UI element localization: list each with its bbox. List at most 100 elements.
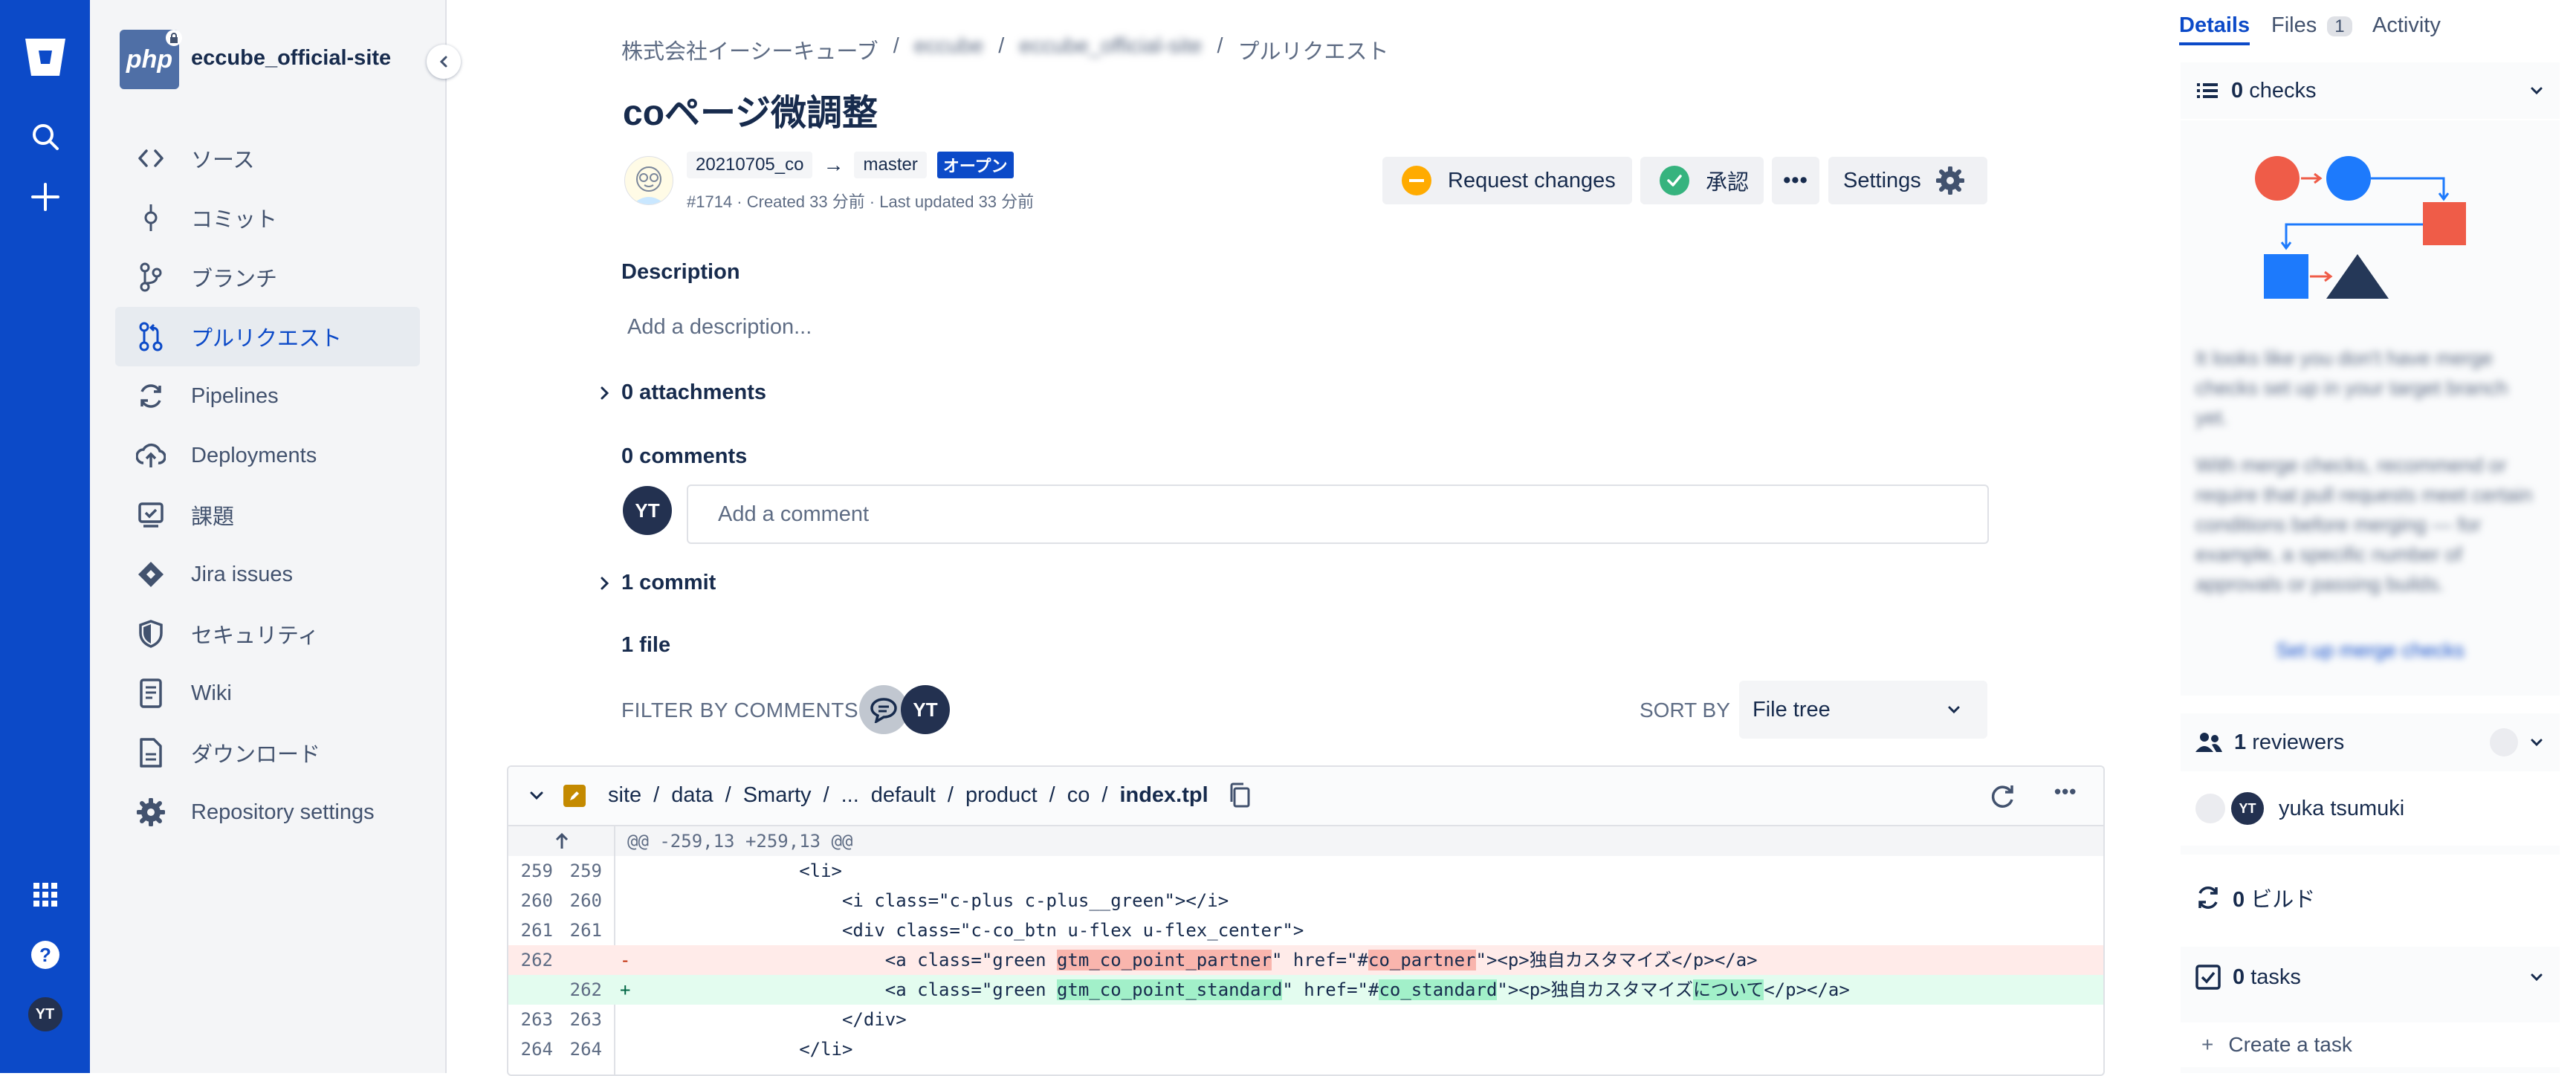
check-circle-icon [1660, 166, 1689, 195]
merge-checks-illustration [2253, 150, 2469, 325]
lock-icon [166, 30, 182, 46]
plus-icon[interactable] [0, 181, 90, 213]
filter-label: FILTER BY COMMENTS [621, 699, 859, 722]
tab-files[interactable]: Files 1 [2271, 13, 2352, 38]
more-actions-button[interactable]: ••• [1772, 157, 1819, 204]
merge-checks-text-1: It looks like you don't have merge check… [2195, 347, 2508, 429]
sidebar-item-deployments[interactable]: Deployments [115, 426, 420, 485]
commits-toggle[interactable]: 1 commit [595, 571, 716, 595]
help-icon[interactable]: ? [0, 939, 90, 970]
breadcrumb: 株式会社イーシーキューブ / eccube / eccube_official-… [621, 34, 1389, 65]
chevron-right-icon [601, 577, 609, 589]
diff-line: 259 259 <li> [520, 861, 842, 881]
source-branch[interactable]: 20210705_co [687, 152, 813, 178]
chevron-down-icon [2531, 87, 2543, 95]
user-avatar[interactable]: YT [0, 996, 90, 1033]
page-title: coページ微調整 [623, 94, 878, 133]
target-branch[interactable]: master [854, 152, 927, 178]
modified-file-icon [563, 785, 586, 807]
commit-icon [136, 203, 166, 233]
comment-avatar: YT [623, 486, 672, 535]
sidebar-item-pipelines[interactable]: Pipelines [115, 366, 420, 426]
chevron-down-icon [2531, 973, 2543, 982]
approve-button[interactable]: 承認 [1640, 157, 1764, 204]
file-name: index.tpl [1119, 783, 1208, 807]
file-more-icon[interactable]: ••• [2054, 780, 2077, 803]
diff-line: 260 260 <i class="c-plus c-plus__green">… [520, 890, 1229, 911]
sidebar-item-label: Deployments [191, 443, 317, 467]
breadcrumb-repo[interactable]: eccube_official-site [1019, 34, 1202, 65]
pull-request-icon [136, 322, 166, 351]
refresh-icon[interactable] [1987, 782, 2017, 814]
breadcrumb-workspace[interactable]: 株式会社イーシーキューブ [621, 34, 878, 65]
comment-input[interactable]: Add a comment [687, 484, 1989, 544]
sidebar-item-branches[interactable]: ブランチ [115, 247, 420, 307]
chevron-right-icon [601, 386, 609, 399]
files-count-badge: 1 [2327, 16, 2352, 36]
sidebar-item-label: ブランチ [191, 268, 278, 291]
sidebar-item-downloads[interactable]: ダウンロード [115, 723, 420, 782]
tasks-header[interactable]: 0 tasks [2181, 947, 2560, 1008]
file-path[interactable]: site / data / Smarty / ... default / product… [608, 783, 1208, 808]
builds-row[interactable]: 0 ビルド [2181, 868, 2560, 927]
issues-icon [136, 502, 166, 528]
people-icon [2195, 733, 2222, 752]
sidebar-item-commits[interactable]: コミット [115, 188, 420, 247]
sidebar-item-label: 課題 [191, 505, 235, 529]
create-task-button[interactable]: + Create a task [2181, 1022, 2560, 1067]
attachments-toggle[interactable]: 0 attachments [595, 380, 766, 405]
sort-select[interactable]: File tree [1739, 681, 1987, 739]
chevron-down-icon [2531, 739, 2543, 747]
reviewer-name: yuka tsumuki [2279, 796, 2405, 820]
sidebar-item-label: ソース [191, 149, 255, 172]
sidebar-item-source[interactable]: ソース [115, 129, 420, 188]
collapse-sidebar-button[interactable] [427, 45, 461, 79]
settings-button[interactable]: Settings [1828, 157, 1987, 204]
reviewer-status-placeholder [2490, 728, 2518, 756]
copy-path-icon[interactable] [1228, 782, 1252, 812]
chevron-left-icon [439, 56, 447, 68]
reviewer-approval-placeholder [2195, 794, 2225, 823]
diff-line: 264 264 </li> [520, 1039, 853, 1060]
reviewers-header[interactable]: 1 reviewers [2181, 713, 2560, 771]
checks-header[interactable]: 0 checks [2181, 62, 2560, 120]
set-up-merge-checks-link[interactable]: Set up merge checks [2181, 639, 2560, 662]
pr-meta: #1714 · Created 33 分前 · Last updated 33 … [687, 192, 1035, 211]
tab-details[interactable]: Details [2179, 13, 2250, 45]
reviewer-row[interactable]: YT yuka tsumuki [2181, 771, 2560, 846]
sidebar-item-label: プルリクエスト [191, 327, 343, 351]
request-changes-button[interactable]: Request changes [1382, 157, 1632, 204]
sidebar-item-repository-settings[interactable]: Repository settings [115, 782, 420, 842]
description-input[interactable]: Add a description... [627, 315, 812, 340]
builds-icon [2198, 887, 2218, 909]
jira-icon [136, 560, 166, 589]
bitbucket-logo-icon[interactable] [0, 36, 90, 79]
diff-line: 263 263 </div> [520, 1009, 907, 1030]
sidebar-item-issues[interactable]: 課題 [115, 485, 420, 545]
sidebar-item-wiki[interactable]: Wiki [115, 664, 420, 723]
chevron-down-icon [530, 791, 543, 800]
gear-icon [1935, 166, 1964, 195]
sidebar-item-security[interactable]: セキュリティ [115, 604, 420, 664]
filter-avatar[interactable]: YT [901, 685, 950, 734]
collapse-file-button[interactable] [528, 786, 546, 808]
sort-label: SORT BY [1640, 699, 1730, 722]
plus-icon: + [2201, 1033, 2214, 1056]
sidebar-item-label: Jira issues [191, 562, 293, 586]
breadcrumb-project[interactable]: eccube [914, 34, 984, 65]
tab-activity[interactable]: Activity [2372, 13, 2441, 38]
repo-name[interactable]: eccube_official-site [191, 46, 391, 77]
sidebar-item-jira-issues[interactable]: Jira issues [115, 545, 420, 604]
list-icon [2197, 83, 2218, 98]
arrow-right-icon: → [823, 153, 844, 176]
branch-icon [136, 262, 166, 292]
sidebar-item-label: ダウンロード [191, 743, 321, 767]
search-icon[interactable] [0, 122, 90, 152]
sidebar-item-pull-requests[interactable]: プルリクエスト [115, 307, 420, 366]
breadcrumb-pull-requests[interactable]: プルリクエスト [1238, 34, 1389, 65]
author-avatar[interactable] [624, 156, 673, 205]
status-badge: オープン [936, 152, 1014, 178]
apps-grid-icon[interactable] [0, 881, 90, 908]
merge-checks-text-2: With merge checks, recommend or require … [2195, 454, 2533, 595]
diff-line-deleted: 262 - <a class="green gtm_co_point_partn… [508, 945, 2103, 975]
